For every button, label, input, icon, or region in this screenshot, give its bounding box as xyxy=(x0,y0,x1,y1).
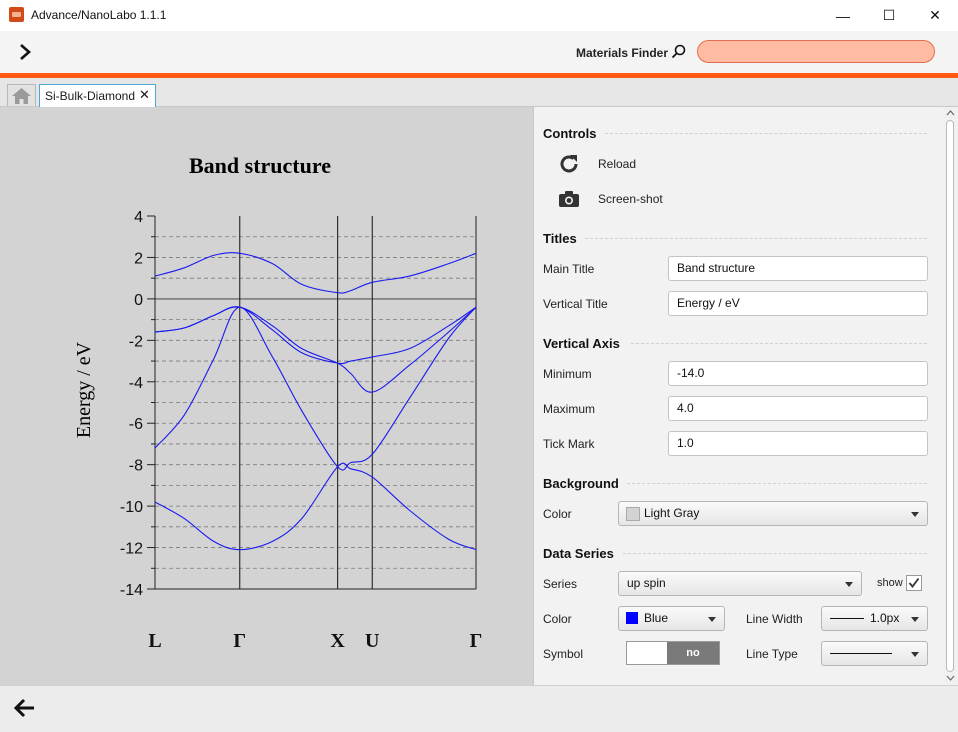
show-label: show xyxy=(877,577,903,589)
scroll-down-icon[interactable] xyxy=(946,674,955,682)
x-tick-label: X xyxy=(330,630,345,652)
expand-menu-button[interactable] xyxy=(14,41,36,63)
reload-icon[interactable] xyxy=(557,152,581,176)
section-divider xyxy=(585,238,927,239)
tick-labels: 4 2 0 -2 -4 -6 -8 -10 -12 -14 L Γ X U Γ xyxy=(120,209,482,652)
section-titles-heading: Titles xyxy=(543,231,577,246)
chevron-down-icon xyxy=(911,617,919,622)
app-logo-icon xyxy=(9,7,24,22)
y-tick-label: -14 xyxy=(120,582,143,599)
series-color-label: Color xyxy=(543,612,572,626)
scroll-up-icon[interactable] xyxy=(946,109,955,117)
grid xyxy=(155,236,476,569)
color-swatch xyxy=(626,507,640,521)
vertical-title-input[interactable]: Energy / eV xyxy=(668,291,928,316)
tab-home[interactable] xyxy=(7,84,36,106)
main-title-label: Main Title xyxy=(543,262,595,276)
series-label: Series xyxy=(543,577,578,591)
line-width-select[interactable]: 1.0px xyxy=(821,606,928,631)
series-value: up spin xyxy=(627,576,666,590)
bottom-bar xyxy=(0,685,958,732)
chart-title: Band structure xyxy=(189,153,331,178)
tab-close-icon[interactable]: ✕ xyxy=(139,87,150,103)
x-tick-label: L xyxy=(148,630,161,652)
y-tick-label: 4 xyxy=(134,209,143,226)
series-select[interactable]: up spin xyxy=(618,571,862,596)
line-type-sample xyxy=(830,653,892,654)
band-structure-chart: Band structure Energy / eV 4 2 0 -2 -4 -6 -8 -1… xyxy=(73,153,482,652)
tick-mark-input[interactable]: 1.0 xyxy=(668,431,928,456)
y-tick-label: 2 xyxy=(134,250,143,267)
show-checkbox[interactable] xyxy=(906,575,922,591)
section-divider xyxy=(631,343,927,344)
chart-panel: Band structure Energy / eV 4 2 0 -2 -4 -6 -8 -1… xyxy=(0,107,533,685)
line-type-select[interactable] xyxy=(821,641,928,666)
materials-search-input[interactable] xyxy=(697,40,935,63)
chevron-down-icon xyxy=(708,617,716,622)
chevron-down-icon xyxy=(845,582,853,587)
symbol-toggle[interactable]: no xyxy=(626,641,720,665)
home-icon xyxy=(12,88,31,104)
symbol-label: Symbol xyxy=(543,647,584,661)
main-title-input[interactable]: Band structure xyxy=(668,256,928,281)
x-tick-label: Γ xyxy=(470,630,483,652)
tick-mark-label: Tick Mark xyxy=(543,437,595,451)
window-title: Advance/NanoLabo 1.1.1 xyxy=(31,8,167,22)
y-tick-label: 0 xyxy=(134,292,143,309)
band-line xyxy=(154,252,477,294)
arrow-left-icon xyxy=(13,698,34,718)
section-vertical-axis-heading: Vertical Axis xyxy=(543,336,620,351)
line-type-label: Line Type xyxy=(746,647,798,661)
close-window-button[interactable]: ✕ xyxy=(912,0,958,31)
series-color-select[interactable]: Blue xyxy=(618,606,725,631)
chevron-down-icon xyxy=(911,512,919,517)
materials-finder-label: Materials Finder xyxy=(576,46,669,60)
reload-button[interactable]: Reload xyxy=(598,157,636,171)
maximum-input[interactable]: 4.0 xyxy=(668,396,928,421)
y-tick-label: -2 xyxy=(129,333,143,350)
back-button[interactable] xyxy=(12,695,38,721)
scrollbar-thumb[interactable] xyxy=(946,120,954,672)
symbol-toggle-state: no xyxy=(667,642,719,664)
section-background-heading: Background xyxy=(543,476,619,491)
camera-icon[interactable] xyxy=(557,188,581,210)
x-tick-label: U xyxy=(365,630,379,652)
background-color-value: Light Gray xyxy=(644,506,700,520)
section-divider xyxy=(623,553,927,554)
line-width-value: 1.0px xyxy=(870,611,900,625)
section-divider xyxy=(605,133,927,134)
section-divider xyxy=(627,483,927,484)
y-tick-label: -4 xyxy=(129,375,143,392)
minimum-label: Minimum xyxy=(543,367,592,381)
minimum-input[interactable]: -14.0 xyxy=(668,361,928,386)
background-color-label: Color xyxy=(543,507,572,521)
background-color-select[interactable]: Light Gray xyxy=(618,501,928,526)
y-tick-label: -8 xyxy=(129,458,143,475)
maximize-button[interactable]: ☐ xyxy=(866,0,912,31)
band-line xyxy=(154,306,477,471)
band-line xyxy=(154,462,477,551)
color-swatch xyxy=(626,612,638,624)
minimize-button[interactable]: — xyxy=(820,0,866,31)
line-sample xyxy=(830,618,864,619)
chevron-right-icon xyxy=(20,44,31,60)
y-axis-label: Energy / eV xyxy=(73,341,95,438)
chevron-down-icon xyxy=(911,652,919,657)
series-color-value: Blue xyxy=(644,611,669,625)
y-tick-label: -6 xyxy=(129,416,143,433)
vertical-title-label: Vertical Title xyxy=(543,297,608,311)
section-controls-heading: Controls xyxy=(543,126,597,141)
screenshot-button[interactable]: Screen-shot xyxy=(598,192,663,206)
check-icon xyxy=(908,577,920,588)
section-data-series-heading: Data Series xyxy=(543,546,614,561)
maximum-label: Maximum xyxy=(543,402,596,416)
y-tick-label: -10 xyxy=(120,499,143,516)
line-width-label: Line Width xyxy=(746,612,803,626)
x-tick-label: Γ xyxy=(233,630,246,652)
y-tick-label: -12 xyxy=(120,541,143,558)
search-icon[interactable] xyxy=(670,43,688,61)
series-group xyxy=(154,252,477,551)
tab-label: Si-Bulk-Diamond xyxy=(45,89,136,103)
